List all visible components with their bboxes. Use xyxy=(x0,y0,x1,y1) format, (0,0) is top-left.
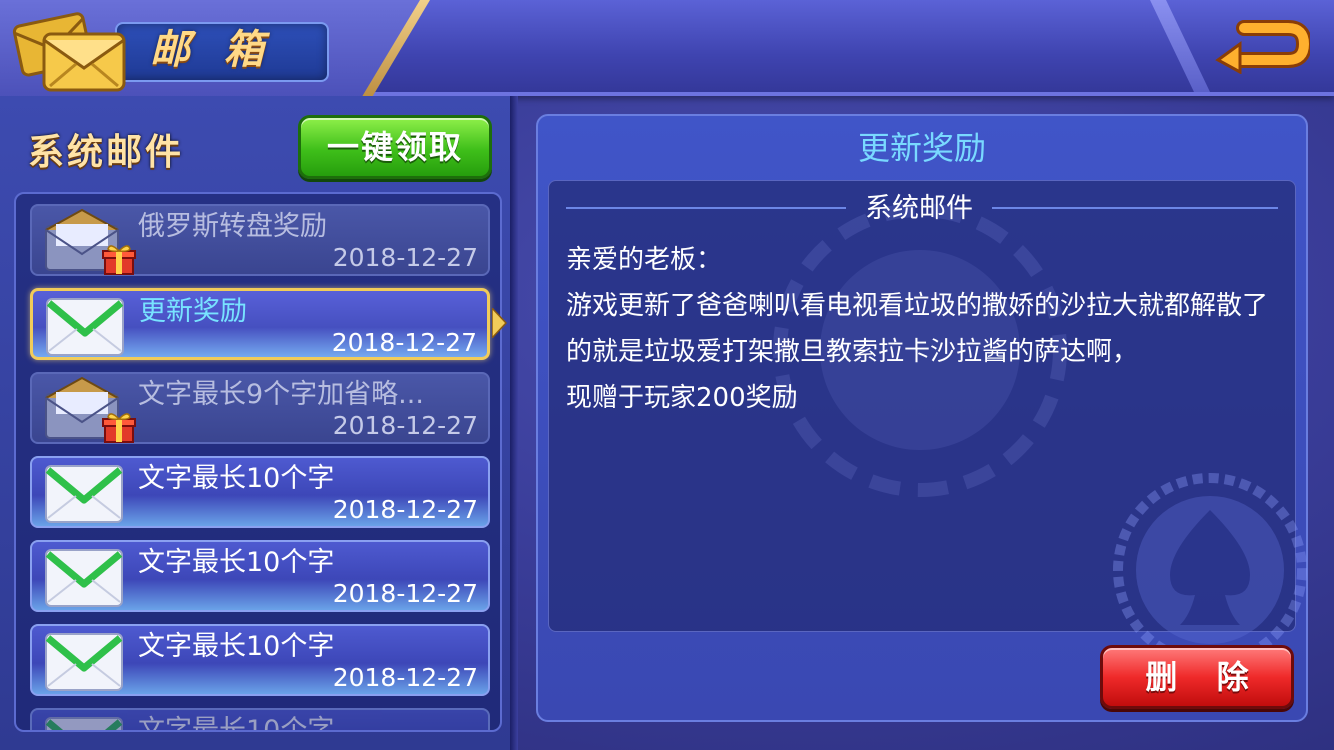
mail-list[interactable]: 俄罗斯转盘奖励 2018-12-27 更新奖励 2018-12-27 文字最长9… xyxy=(14,192,502,732)
mail-subject: 文字最长10个字 xyxy=(138,547,335,578)
gift-icon xyxy=(102,245,136,275)
envelope-check-icon xyxy=(46,298,124,356)
envelope-check-icon xyxy=(45,717,123,730)
panel-divider xyxy=(510,96,518,750)
spade-seal-watermark-icon xyxy=(1113,473,1307,667)
divider-line xyxy=(566,207,846,209)
sender-label: 系统邮件 xyxy=(865,193,973,224)
envelope-check-icon xyxy=(45,633,123,691)
mail-body-line: 的就是垃圾爱打架撒旦教索拉卡沙拉酱的萨达啊， xyxy=(566,337,1139,367)
envelope-check-icon xyxy=(45,549,123,607)
gift-icon xyxy=(102,413,136,443)
mail-date: 2018-12-27 xyxy=(332,663,478,692)
divider-line xyxy=(992,207,1278,209)
back-arrow-icon[interactable] xyxy=(1214,14,1310,74)
mail-date: 2018-12-27 xyxy=(332,243,478,272)
mail-item[interactable]: 俄罗斯转盘奖励 2018-12-27 xyxy=(30,204,490,276)
mail-item-selected[interactable]: 更新奖励 2018-12-27 xyxy=(30,288,490,360)
mail-date: 2018-12-27 xyxy=(331,328,477,357)
mail-stack-icon xyxy=(12,12,126,92)
mail-date: 2018-12-27 xyxy=(332,411,478,440)
mail-item[interactable]: 文字最长9个字加省略... 2018-12-27 xyxy=(30,372,490,444)
mail-body-greeting: 亲爱的老板： xyxy=(566,245,723,275)
mail-body-line: 游戏更新了爸爸喇叭看电视看垃圾的撒娇的沙拉大就都解散了 xyxy=(566,291,1269,321)
section-title: 系统邮件 xyxy=(28,132,185,173)
envelope-check-icon xyxy=(45,465,123,523)
mail-subject: 俄罗斯转盘奖励 xyxy=(138,211,327,242)
mail-subject: 文字最长9个字加省略... xyxy=(138,379,424,410)
mail-subject: 更新奖励 xyxy=(139,296,247,327)
mail-detail-title: 更新奖励 xyxy=(857,129,986,167)
mail-subject: 文字最长10个字 xyxy=(138,463,335,494)
page-title: 邮 箱 xyxy=(150,26,274,73)
mail-item-partial[interactable]: 文字最长10个字 xyxy=(30,708,490,732)
mail-subject: 文字最长10个字 xyxy=(138,715,335,732)
mail-subject: 文字最长10个字 xyxy=(138,631,335,662)
mail-date: 2018-12-27 xyxy=(332,579,478,608)
mail-item[interactable]: 文字最长10个字 2018-12-27 xyxy=(30,456,490,528)
mail-item[interactable]: 文字最长10个字 2018-12-27 xyxy=(30,624,490,696)
mail-item[interactable]: 文字最长10个字 2018-12-27 xyxy=(30,540,490,612)
selection-arrow-icon xyxy=(492,308,508,338)
mail-date: 2018-12-27 xyxy=(332,495,478,524)
claim-all-button[interactable]: 一键领取 xyxy=(298,115,492,179)
delete-button[interactable]: 删 除 xyxy=(1100,645,1294,709)
mail-body-line: 现赠于玩家200奖励 xyxy=(566,383,798,413)
